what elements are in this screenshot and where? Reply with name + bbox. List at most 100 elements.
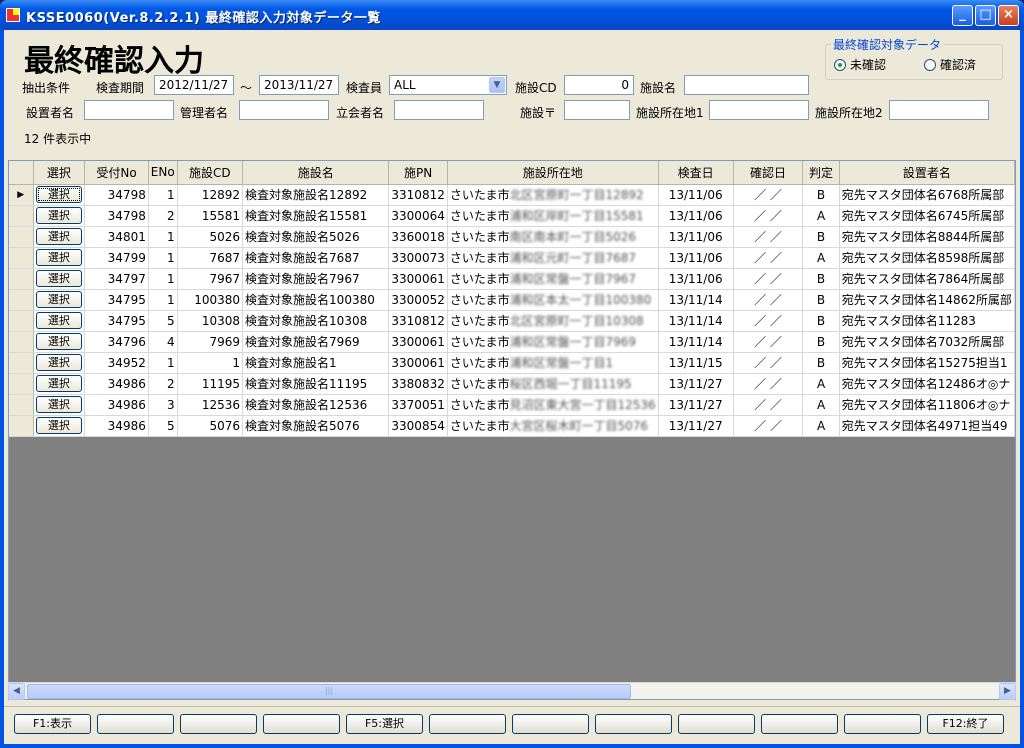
receipt-no-cell[interactable]: 34986	[84, 394, 149, 416]
postal-cell[interactable]: 3300064	[388, 205, 448, 227]
col-header[interactable]: 施設名	[242, 161, 390, 185]
addr1-input[interactable]	[709, 100, 809, 120]
facility-cd-cell[interactable]: 7967	[177, 268, 244, 290]
fkey-button-8[interactable]	[595, 714, 672, 734]
manager-input[interactable]	[239, 100, 329, 120]
eno-cell[interactable]: 1	[148, 289, 178, 311]
confirm-date-cell[interactable]: ／ ／	[733, 415, 804, 437]
table-row[interactable]: 選択 34952 1 1 検査対象施設名1 3300061 さいたま市浦和区常盤一丁目1 13…	[9, 352, 1015, 374]
select-row-button[interactable]: 選択	[35, 228, 82, 245]
inspection-date-cell[interactable]: 13/11/06	[658, 205, 734, 227]
judgement-cell[interactable]: A	[802, 247, 840, 269]
installer-name-cell[interactable]: 宛先マスタ団体名7864所属部	[839, 268, 1015, 290]
row-header[interactable]	[9, 268, 34, 290]
facility-cd-cell[interactable]: 1	[177, 352, 244, 374]
judgement-cell[interactable]: B	[802, 352, 840, 374]
confirm-date-cell[interactable]: ／ ／	[733, 352, 804, 374]
select-row-button[interactable]: 選択	[35, 396, 82, 413]
row-header[interactable]	[9, 415, 34, 437]
judgement-cell[interactable]: A	[802, 205, 840, 227]
eno-cell[interactable]: 5	[148, 415, 178, 437]
col-header[interactable]: 設置者名	[839, 161, 1015, 185]
table-row[interactable]: 選択 34986 2 11195 検査対象施設名11195 3380832 さいたま市桜区西…	[9, 373, 1015, 395]
inspection-date-cell[interactable]: 13/11/14	[658, 310, 734, 332]
row-header[interactable]	[9, 394, 34, 416]
postal-cell[interactable]: 3300854	[388, 415, 448, 437]
facility-cd-cell[interactable]: 5026	[177, 226, 244, 248]
table-row[interactable]: 選択 34798 2 15581 検査対象施設名15581 3300064 さいたま市浦和区…	[9, 205, 1015, 227]
facility-name-cell[interactable]: 検査対象施設名11195	[242, 373, 390, 395]
select-row-button[interactable]: 選択	[35, 354, 82, 371]
fkey-button-3[interactable]	[180, 714, 257, 734]
table-row[interactable]: 選択 34986 5 5076 検査対象施設名5076 3300854 さいたま市大宮区桜木…	[9, 415, 1015, 437]
row-header[interactable]	[9, 226, 34, 248]
address-cell[interactable]: さいたま市浦和区常盤一丁目1	[447, 352, 659, 374]
scroll-left-icon[interactable]: ◀	[8, 683, 25, 700]
inspection-date-cell[interactable]: 13/11/14	[658, 331, 734, 353]
facility-name-cell[interactable]: 検査対象施設名7969	[242, 331, 390, 353]
address-cell[interactable]: さいたま市浦和区常盤一丁目7969	[447, 331, 659, 353]
installer-name-cell[interactable]: 宛先マスタ団体名8844所属部	[839, 226, 1015, 248]
confirm-date-cell[interactable]: ／ ／	[733, 373, 804, 395]
witness-input[interactable]	[394, 100, 484, 120]
eno-cell[interactable]: 2	[148, 373, 178, 395]
receipt-no-cell[interactable]: 34799	[84, 247, 149, 269]
select-row-button[interactable]: 選択	[35, 249, 82, 266]
select-row-button[interactable]: 選択	[35, 270, 82, 287]
address-cell[interactable]: さいたま市大宮区桜木町一丁目5076	[447, 415, 659, 437]
confirm-date-cell[interactable]: ／ ／	[733, 184, 804, 206]
row-header[interactable]	[9, 352, 34, 374]
postal-cell[interactable]: 3300061	[388, 352, 448, 374]
postal-input[interactable]	[564, 100, 630, 120]
row-header[interactable]	[9, 289, 34, 311]
address-cell[interactable]: さいたま市桜区西堀一丁目11195	[447, 373, 659, 395]
radio-unconfirmed[interactable]: 未確認	[834, 56, 886, 73]
period-to-input[interactable]: 2013/11/27	[259, 75, 339, 95]
address-cell[interactable]: さいたま市南区南本町一丁目5026	[447, 226, 659, 248]
scroll-right-icon[interactable]: ▶	[999, 683, 1016, 700]
facility-cd-cell[interactable]: 12892	[177, 184, 244, 206]
postal-cell[interactable]: 3360018	[388, 226, 448, 248]
row-header[interactable]	[9, 373, 34, 395]
inspection-date-cell[interactable]: 13/11/15	[658, 352, 734, 374]
maximize-button[interactable]: □	[975, 5, 996, 26]
receipt-no-cell[interactable]: 34798	[84, 205, 149, 227]
row-header[interactable]	[9, 247, 34, 269]
address-cell[interactable]: さいたま市北区宮原町一丁目12892	[447, 184, 659, 206]
table-row[interactable]: 選択 34801 1 5026 検査対象施設名5026 3360018 さいたま市南区南本町…	[9, 226, 1015, 248]
table-row[interactable]: 選択 34795 5 10308 検査対象施設名10308 3310812 さいたま市北区宮…	[9, 310, 1015, 332]
judgement-cell[interactable]: A	[802, 373, 840, 395]
inspection-date-cell[interactable]: 13/11/14	[658, 289, 734, 311]
confirm-date-cell[interactable]: ／ ／	[733, 394, 804, 416]
scroll-thumb[interactable]: |||	[27, 684, 631, 699]
eno-cell[interactable]: 1	[148, 352, 178, 374]
address-cell[interactable]: さいたま市浦和区元町一丁目7687	[447, 247, 659, 269]
facility-name-cell[interactable]: 検査対象施設名1	[242, 352, 390, 374]
period-from-input[interactable]: 2012/11/27	[154, 75, 234, 95]
row-header[interactable]: ▶	[9, 184, 34, 206]
judgement-cell[interactable]: A	[802, 415, 840, 437]
eno-cell[interactable]: 2	[148, 205, 178, 227]
address-cell[interactable]: さいたま市見沼区東大宮一丁目12536	[447, 394, 659, 416]
eno-cell[interactable]: 3	[148, 394, 178, 416]
fkey-button-2[interactable]	[97, 714, 174, 734]
row-header[interactable]	[9, 205, 34, 227]
installer-name-cell[interactable]: 宛先マスタ団体名8598所属部	[839, 247, 1015, 269]
receipt-no-cell[interactable]: 34986	[84, 415, 149, 437]
col-header[interactable]: 判定	[802, 161, 840, 185]
facility-cd-cell[interactable]: 12536	[177, 394, 244, 416]
facility-name-cell[interactable]: 検査対象施設名12536	[242, 394, 390, 416]
installer-name-cell[interactable]: 宛先マスタ団体名15275担当1	[839, 352, 1015, 374]
eno-cell[interactable]: 1	[148, 226, 178, 248]
col-header[interactable]: 施設所在地	[447, 161, 659, 185]
fkey-button-6[interactable]	[429, 714, 506, 734]
title-bar[interactable]: KSSE0060(Ver.8.2.2.1) 最終確認入力対象データ一覧 _ □ …	[0, 0, 1024, 30]
facility-cd-cell[interactable]: 10308	[177, 310, 244, 332]
judgement-cell[interactable]: A	[802, 394, 840, 416]
eno-cell[interactable]: 1	[148, 268, 178, 290]
row-header[interactable]	[9, 310, 34, 332]
confirm-date-cell[interactable]: ／ ／	[733, 226, 804, 248]
judgement-cell[interactable]: B	[802, 184, 840, 206]
fkey-button-9[interactable]	[678, 714, 755, 734]
inspection-date-cell[interactable]: 13/11/06	[658, 226, 734, 248]
